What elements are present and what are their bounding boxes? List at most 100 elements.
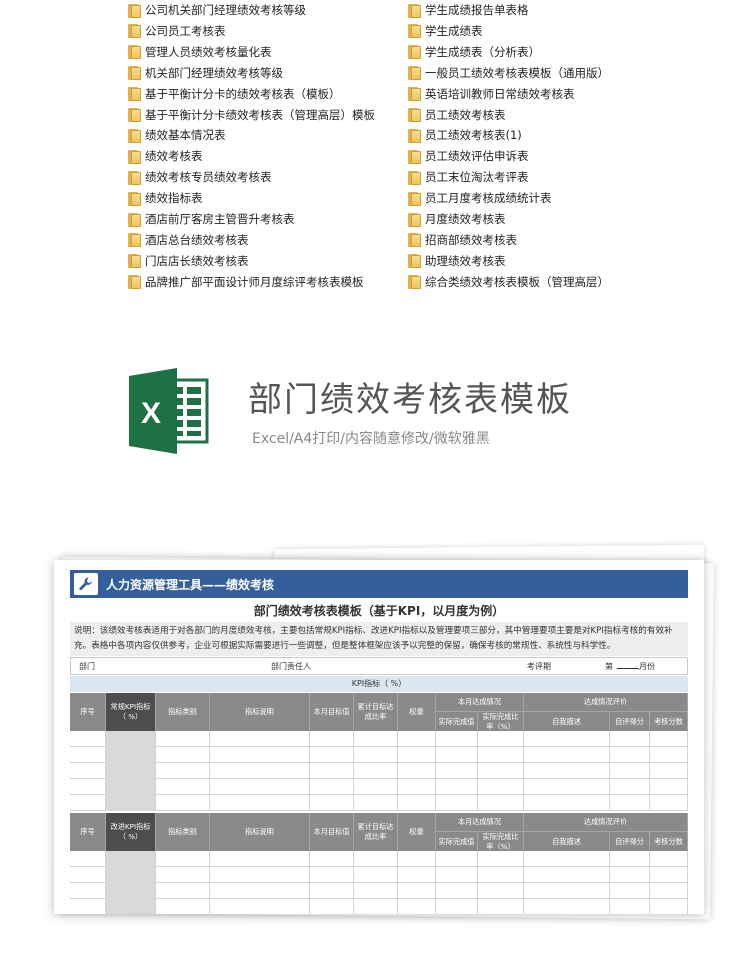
table-cell[interactable] <box>156 795 210 811</box>
table-cell[interactable] <box>398 867 436 883</box>
table-cell[interactable] <box>650 731 688 747</box>
table-cell[interactable] <box>106 731 156 747</box>
table-cell[interactable] <box>436 731 478 747</box>
table-cell[interactable] <box>650 747 688 763</box>
table-cell[interactable] <box>354 763 398 779</box>
table-cell[interactable] <box>210 763 310 779</box>
table-cell[interactable] <box>436 883 478 899</box>
table-cell[interactable] <box>310 883 354 899</box>
table-cell[interactable] <box>398 883 436 899</box>
table-cell[interactable] <box>106 779 156 795</box>
folder-item[interactable]: 员工绩效考核表(1) <box>408 125 668 145</box>
table-cell[interactable] <box>524 779 610 795</box>
table-cell[interactable] <box>106 795 156 811</box>
folder-item[interactable]: 英语培训教师日常绩效考核表 <box>408 84 668 104</box>
table-cell[interactable] <box>398 763 436 779</box>
table-cell[interactable] <box>436 747 478 763</box>
table-cell[interactable] <box>524 763 610 779</box>
folder-item[interactable]: 员工绩效评估申诉表 <box>408 146 668 166</box>
table-cell[interactable] <box>398 779 436 795</box>
table-cell[interactable] <box>156 779 210 795</box>
folder-item[interactable]: 学生成绩报告单表格 <box>408 0 668 20</box>
table-cell[interactable] <box>210 795 310 811</box>
table-cell[interactable] <box>650 867 688 883</box>
table-cell[interactable] <box>354 883 398 899</box>
table-cell[interactable] <box>210 867 310 883</box>
table-cell[interactable] <box>610 731 650 747</box>
table-cell[interactable] <box>398 795 436 811</box>
folder-item[interactable]: 管理人员绩效考核量化表 <box>128 42 388 62</box>
folder-item[interactable]: 月度绩效考核表 <box>408 209 668 229</box>
folder-item[interactable]: 门店店长绩效考核表 <box>128 251 388 271</box>
table-cell[interactable] <box>106 851 156 867</box>
folder-item[interactable]: 酒店前厅客房主管晋升考核表 <box>128 209 388 229</box>
table-cell[interactable] <box>354 731 398 747</box>
table-cell[interactable] <box>310 731 354 747</box>
table-cell[interactable] <box>70 883 106 899</box>
table-cell[interactable] <box>436 779 478 795</box>
table-cell[interactable] <box>210 899 310 914</box>
table-cell[interactable] <box>478 763 524 779</box>
table-cell[interactable] <box>70 763 106 779</box>
table-cell[interactable] <box>210 779 310 795</box>
table-cell[interactable] <box>610 747 650 763</box>
folder-item[interactable]: 招商部绩效考核表 <box>408 230 668 250</box>
table-cell[interactable] <box>354 867 398 883</box>
table-cell[interactable] <box>436 867 478 883</box>
folder-item[interactable]: 基于平衡计分卡绩效考核表（管理高层）模板 <box>128 105 388 125</box>
table-cell[interactable] <box>310 795 354 811</box>
table-cell[interactable] <box>478 779 524 795</box>
table-cell[interactable] <box>70 867 106 883</box>
table-cell[interactable] <box>156 747 210 763</box>
folder-item[interactable]: 酒店总台绩效考核表 <box>128 230 388 250</box>
table-cell[interactable] <box>106 747 156 763</box>
table-cell[interactable] <box>156 899 210 914</box>
table-cell[interactable] <box>610 899 650 914</box>
table-cell[interactable] <box>398 747 436 763</box>
table-cell[interactable] <box>106 883 156 899</box>
table-cell[interactable] <box>478 795 524 811</box>
table-cell[interactable] <box>398 899 436 914</box>
folder-item[interactable]: 员工末位淘汰考评表 <box>408 167 668 187</box>
table-cell[interactable] <box>478 731 524 747</box>
table-cell[interactable] <box>650 795 688 811</box>
folder-item[interactable]: 学生成绩表（分析表） <box>408 42 668 62</box>
table-cell[interactable] <box>106 899 156 914</box>
table-cell[interactable] <box>436 899 478 914</box>
table-cell[interactable] <box>524 731 610 747</box>
table-cell[interactable] <box>210 851 310 867</box>
table-cell[interactable] <box>310 747 354 763</box>
table-cell[interactable] <box>436 851 478 867</box>
folder-item[interactable]: 学生成绩表 <box>408 21 668 41</box>
folder-item[interactable]: 员工绩效考核表 <box>408 105 668 125</box>
table-cell[interactable] <box>70 779 106 795</box>
table-cell[interactable] <box>650 851 688 867</box>
table-cell[interactable] <box>70 851 106 867</box>
folder-item[interactable]: 一般员工绩效考核表模板（通用版） <box>408 63 668 83</box>
table-cell[interactable] <box>70 747 106 763</box>
table-cell[interactable] <box>610 883 650 899</box>
table-cell[interactable] <box>354 899 398 914</box>
table-cell[interactable] <box>610 763 650 779</box>
table-cell[interactable] <box>524 747 610 763</box>
table-cell[interactable] <box>310 779 354 795</box>
folder-item[interactable]: 公司员工考核表 <box>128 21 388 41</box>
table-cell[interactable] <box>106 763 156 779</box>
folder-item[interactable]: 绩效考核表 <box>128 146 388 166</box>
table-cell[interactable] <box>478 899 524 914</box>
folder-item[interactable]: 机关部门经理绩效考核等级 <box>128 63 388 83</box>
table-cell[interactable] <box>70 899 106 914</box>
table-cell[interactable] <box>524 851 610 867</box>
folder-item[interactable]: 绩效基本情况表 <box>128 125 388 145</box>
table-cell[interactable] <box>156 851 210 867</box>
table-cell[interactable] <box>524 899 610 914</box>
table-cell[interactable] <box>310 851 354 867</box>
folder-item[interactable]: 公司机关部门经理绩效考核等级 <box>128 0 388 20</box>
table-cell[interactable] <box>354 779 398 795</box>
table-cell[interactable] <box>436 795 478 811</box>
folder-item[interactable]: 品牌推广部平面设计师月度综评考核表模板 <box>128 272 388 292</box>
table-cell[interactable] <box>354 747 398 763</box>
table-cell[interactable] <box>398 851 436 867</box>
table-cell[interactable] <box>478 851 524 867</box>
table-cell[interactable] <box>354 851 398 867</box>
